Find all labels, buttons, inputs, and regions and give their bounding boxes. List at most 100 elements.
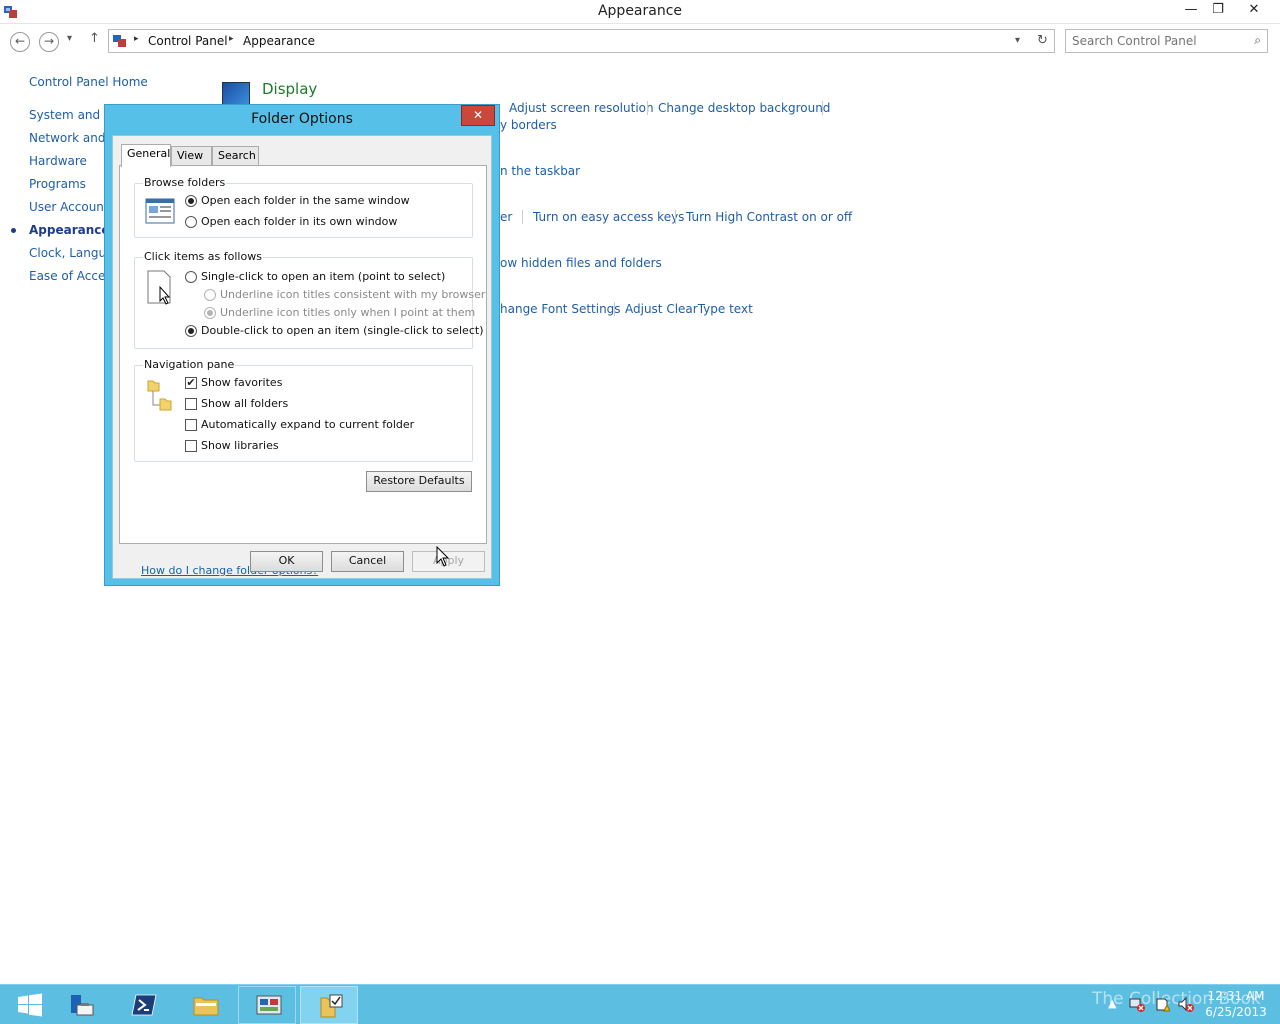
- taskbar-file-explorer[interactable]: [176, 986, 234, 1024]
- dialog-client-area: General View Search Browse folders Open …: [112, 135, 492, 579]
- taskbar-server-manager[interactable]: [52, 986, 110, 1024]
- click-document-icon: [147, 270, 171, 305]
- option-show-favorites[interactable]: Show favorites: [201, 376, 282, 389]
- dialog-title: Folder Options: [251, 111, 353, 127]
- tab-search[interactable]: Search: [212, 146, 259, 166]
- search-box[interactable]: ⌕: [1065, 29, 1268, 53]
- cancel-button[interactable]: Cancel: [331, 551, 404, 572]
- group-label: Navigation pane: [143, 358, 236, 371]
- link-adjust-cleartype[interactable]: Adjust ClearType text: [625, 302, 753, 316]
- recent-locations-dropdown[interactable]: ▾: [67, 33, 72, 44]
- restore-defaults-button[interactable]: Restore Defaults: [366, 471, 472, 492]
- option-own-window[interactable]: Open each folder in its own window: [201, 215, 397, 228]
- breadcrumb-separator[interactable]: ▸: [229, 34, 234, 44]
- link-separator: [822, 101, 823, 115]
- forward-button[interactable]: →: [39, 32, 59, 52]
- category-title-display[interactable]: Display: [262, 80, 317, 98]
- back-button[interactable]: ←: [10, 32, 30, 52]
- link-taskbar[interactable]: n the taskbar: [500, 164, 580, 178]
- dialog-close-button[interactable]: ✕: [461, 105, 495, 126]
- start-button[interactable]: [0, 986, 58, 1024]
- sidebar-item-appearance[interactable]: Appearance: [29, 223, 110, 237]
- powershell-icon: [131, 994, 157, 1016]
- file-explorer-icon: [193, 997, 219, 1016]
- option-auto-expand[interactable]: Automatically expand to current folder: [201, 418, 414, 431]
- address-dropdown-icon[interactable]: ▾: [1015, 35, 1020, 46]
- option-show-all-folders[interactable]: Show all folders: [201, 397, 288, 410]
- restore-button[interactable]: ❐: [1204, 0, 1232, 22]
- breadcrumb-separator[interactable]: ▸: [134, 34, 139, 44]
- link-separator: [522, 210, 523, 224]
- up-button[interactable]: ↑: [89, 31, 100, 46]
- link-font-settings[interactable]: hange Font Settings: [500, 302, 621, 316]
- volume-muted-icon[interactable]: [1178, 996, 1194, 1012]
- network-error-icon[interactable]: [1129, 996, 1145, 1012]
- folder-options-icon: [320, 994, 343, 1018]
- breadcrumb-control-panel[interactable]: Control Panel: [148, 34, 228, 48]
- checkbox-show-favorites[interactable]: ✔: [185, 377, 197, 389]
- navigation-pane-group: Navigation pane ✔ Show favorites Show al…: [134, 358, 473, 462]
- search-input[interactable]: [1072, 33, 1242, 49]
- breadcrumb-appearance[interactable]: Appearance: [243, 34, 315, 48]
- ok-button[interactable]: OK: [250, 551, 323, 572]
- link-high-contrast[interactable]: Turn High Contrast on or off: [686, 210, 852, 224]
- server-manager-icon: [71, 995, 94, 1016]
- taskbar-folder-options[interactable]: [300, 986, 358, 1024]
- link-change-desktop-background[interactable]: Change desktop background: [658, 101, 830, 115]
- link-hidden-files[interactable]: ow hidden files and folders: [500, 256, 662, 270]
- search-icon[interactable]: ⌕: [1254, 33, 1261, 48]
- action-center-warning-icon[interactable]: [1154, 996, 1170, 1012]
- windows-logo-icon: [18, 993, 42, 1017]
- window-title: Appearance: [597, 3, 683, 19]
- sidebar-item-network[interactable]: Network and I: [29, 131, 113, 145]
- option-underline-browser: Underline icon titles consistent with my…: [220, 288, 486, 301]
- taskbar-powershell[interactable]: [114, 986, 172, 1024]
- taskbar-clock[interactable]: 12:31 AM 6/25/2013: [1200, 988, 1272, 1020]
- tab-view[interactable]: View: [171, 146, 212, 166]
- link-borders[interactable]: y borders: [500, 118, 557, 132]
- checkbox-auto-expand[interactable]: [185, 419, 197, 431]
- option-show-libraries[interactable]: Show libraries: [201, 439, 279, 452]
- minimize-button[interactable]: —: [1177, 0, 1205, 22]
- option-same-window[interactable]: Open each folder in the same window: [201, 194, 410, 207]
- taskbar: The Collection Book ▲ 12:31 AM 6/25/2013: [0, 984, 1280, 1024]
- show-hidden-icons-button[interactable]: ▲: [1108, 997, 1116, 1010]
- sidebar-item-hardware[interactable]: Hardware: [29, 154, 87, 168]
- group-label: Click items as follows: [143, 250, 263, 263]
- control-panel-icon: [113, 35, 126, 47]
- radio-underline-point: [204, 307, 216, 319]
- navigation-bar: ← → ▾ ↑ ▸ Control Panel ▸ Appearance ▾ ↻…: [0, 24, 1280, 58]
- radio-single-click[interactable]: [185, 271, 197, 283]
- link-easy-access-keys[interactable]: Turn on easy access keys: [533, 210, 684, 224]
- sidebar-item-programs[interactable]: Programs: [29, 177, 86, 191]
- window-icon: [145, 198, 175, 224]
- sidebar-item-control-panel-home[interactable]: Control Panel Home: [29, 75, 148, 89]
- clock-date: 6/25/2013: [1205, 1005, 1267, 1019]
- radio-own-window[interactable]: [185, 216, 197, 228]
- checkbox-show-libraries[interactable]: [185, 440, 197, 452]
- option-single-click[interactable]: Single-click to open an item (point to s…: [201, 270, 445, 283]
- link-er[interactable]: er: [500, 210, 512, 224]
- close-button[interactable]: ✕: [1232, 0, 1276, 22]
- window-titlebar: Appearance — ❐ ✕: [0, 0, 1280, 24]
- current-page-bullet: [11, 228, 16, 233]
- folder-options-dialog: Folder Options ✕ General View Search Bro…: [104, 104, 500, 586]
- sidebar-item-user-accounts[interactable]: User Accounts: [29, 200, 115, 214]
- taskbar-control-panel[interactable]: [238, 986, 296, 1024]
- link-separator: [614, 302, 615, 316]
- refresh-icon[interactable]: ↻: [1037, 33, 1048, 48]
- radio-same-window[interactable]: [185, 195, 197, 207]
- click-items-group: Click items as follows Single-click to o…: [134, 250, 485, 349]
- radio-double-click[interactable]: [185, 325, 197, 337]
- link-adjust-screen-resolution[interactable]: Adjust screen resolution: [509, 101, 654, 115]
- option-double-click[interactable]: Double-click to open an item (single-cli…: [201, 324, 483, 337]
- display-icon: [222, 82, 250, 106]
- group-label: Browse folders: [143, 176, 227, 189]
- address-bar[interactable]: ▸ Control Panel ▸ Appearance ▾ ↻: [108, 29, 1055, 53]
- sidebar-item-clock-language[interactable]: Clock, Langua: [29, 246, 113, 260]
- link-separator: [647, 101, 648, 115]
- radio-underline-browser: [204, 289, 216, 301]
- folder-tree-icon: [147, 380, 172, 411]
- tab-general[interactable]: General: [121, 144, 171, 167]
- checkbox-show-all-folders[interactable]: [185, 398, 197, 410]
